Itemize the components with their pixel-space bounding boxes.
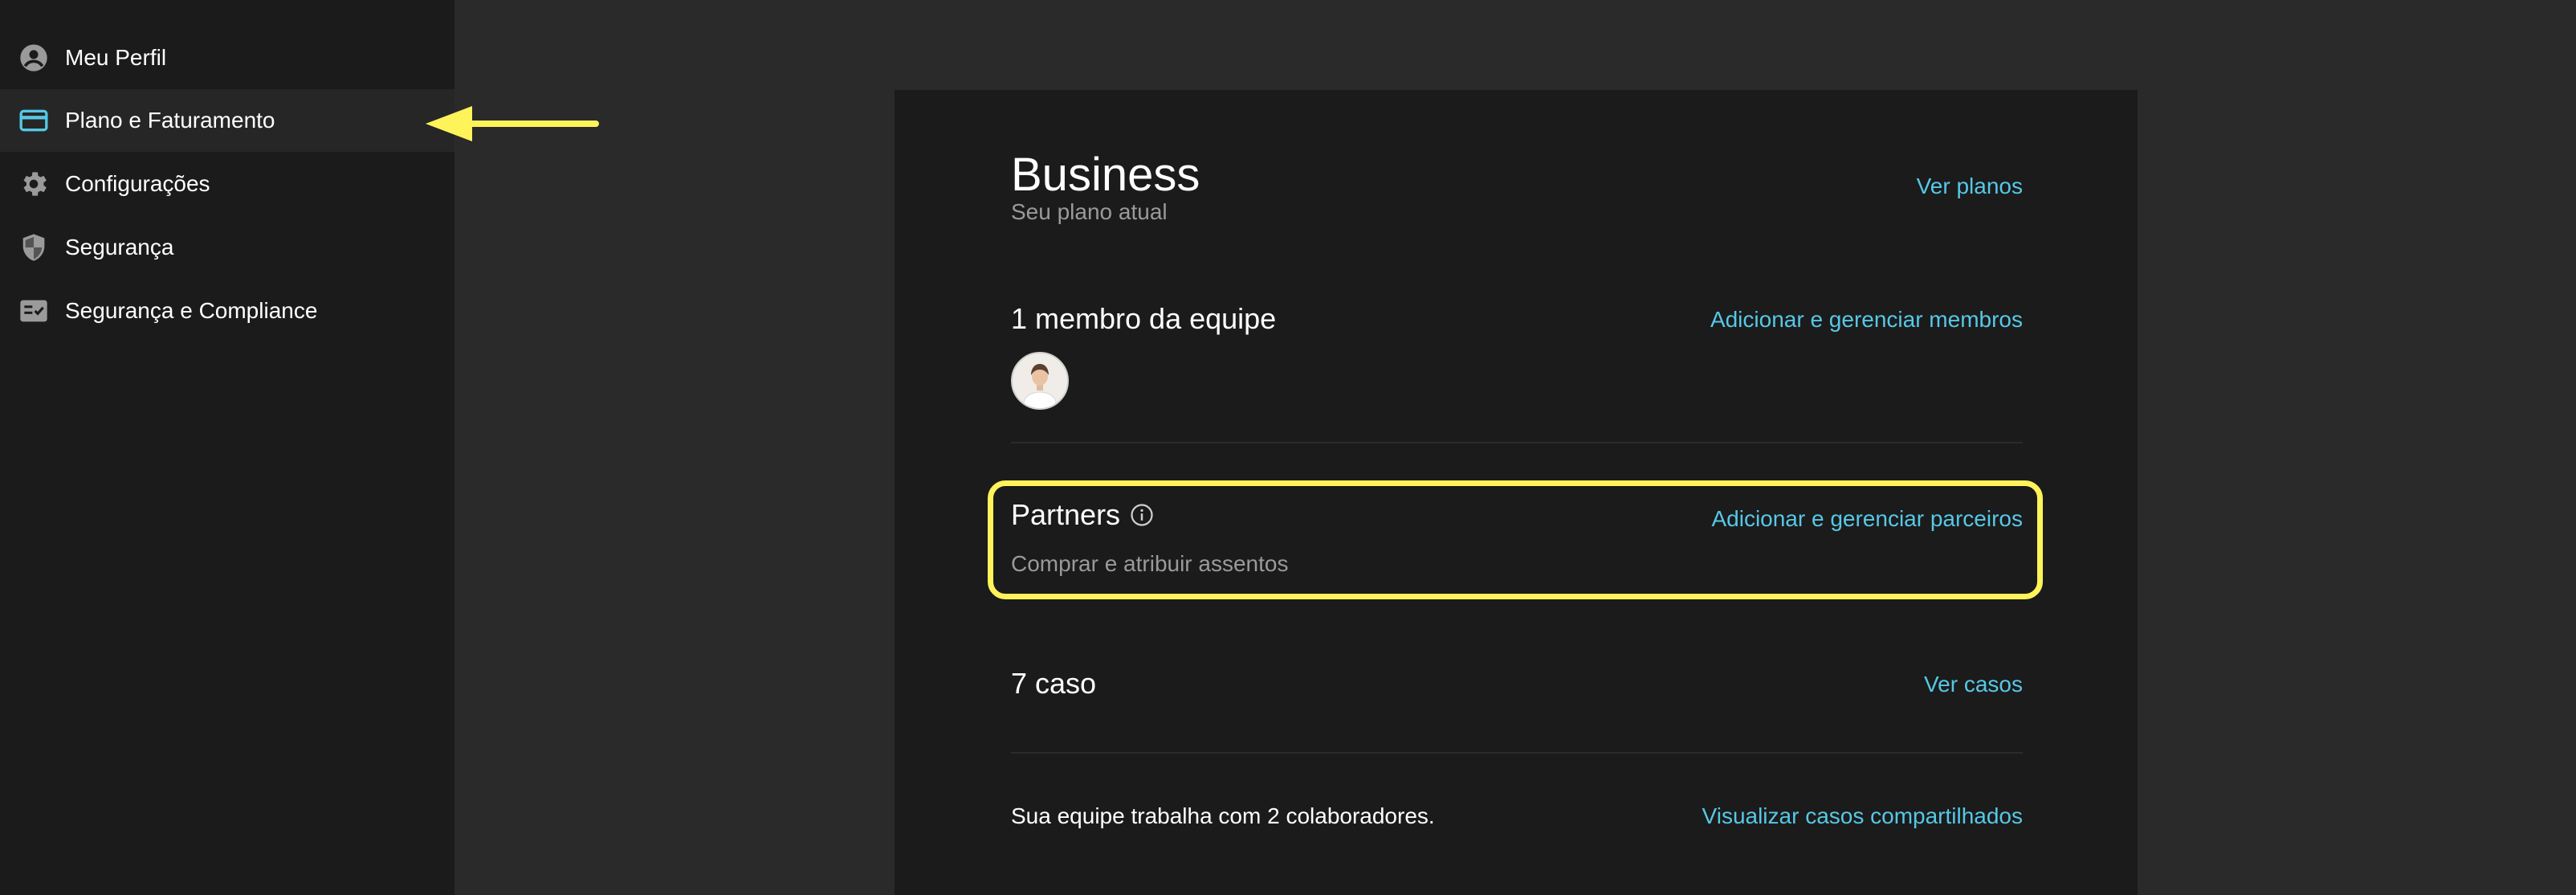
- sidebar-item-label: Meu Perfil: [65, 45, 167, 70]
- account-circle-icon: [18, 42, 50, 74]
- sidebar: Meu Perfil Plano e Faturamento Configura…: [0, 0, 454, 895]
- collaborators-text: Sua equipe trabalha com 2 colaboradores.: [1011, 803, 1435, 828]
- sidebar-item-label: Configurações: [65, 171, 210, 196]
- shield-icon: [18, 231, 50, 264]
- plan-name: Business: [1011, 149, 1200, 201]
- sidebar-item-configuracoes[interactable]: Configurações: [0, 153, 454, 215]
- divider: [1011, 752, 2023, 754]
- plan-card: Business Seu plano atual Ver planos 1 me…: [895, 90, 2138, 895]
- checklist-icon: [18, 295, 50, 327]
- avatar[interactable]: [1011, 352, 1069, 410]
- partners-title: Partners: [1011, 498, 1121, 531]
- sidebar-item-seguranca-e-compliance[interactable]: Segurança e Compliance: [0, 280, 454, 342]
- arrow-annotation-icon: [426, 106, 599, 141]
- sidebar-item-label: Plano e Faturamento: [65, 108, 275, 133]
- credit-card-icon: [18, 104, 50, 137]
- sidebar-item-plano-e-faturamento[interactable]: Plano e Faturamento: [0, 89, 454, 152]
- plan-subtitle: Seu plano atual: [1011, 199, 1168, 224]
- ver-casos-link[interactable]: Ver casos: [1924, 672, 2023, 697]
- ver-planos-link[interactable]: Ver planos: [1917, 174, 2023, 199]
- gear-icon: [18, 168, 50, 200]
- info-icon[interactable]: [1130, 503, 1154, 527]
- partners-header: Partners: [1011, 498, 1154, 532]
- manage-members-link[interactable]: Adicionar e gerenciar membros: [1710, 307, 2023, 333]
- cases-title: 7 caso: [1011, 667, 1097, 700]
- partners-subtitle: Comprar e atribuir assentos: [1011, 551, 1289, 576]
- sidebar-item-label: Segurança e Compliance: [65, 298, 318, 323]
- team-title: 1 membro da equipe: [1011, 302, 1277, 335]
- shared-cases-link[interactable]: Visualizar casos compartilhados: [1702, 803, 2023, 829]
- sidebar-item-meu-perfil[interactable]: Meu Perfil: [0, 27, 454, 89]
- manage-partners-link[interactable]: Adicionar e gerenciar parceiros: [1711, 506, 2023, 532]
- sidebar-item-seguranca[interactable]: Segurança: [0, 216, 454, 279]
- divider: [1011, 442, 2023, 443]
- sidebar-item-label: Segurança: [65, 235, 174, 260]
